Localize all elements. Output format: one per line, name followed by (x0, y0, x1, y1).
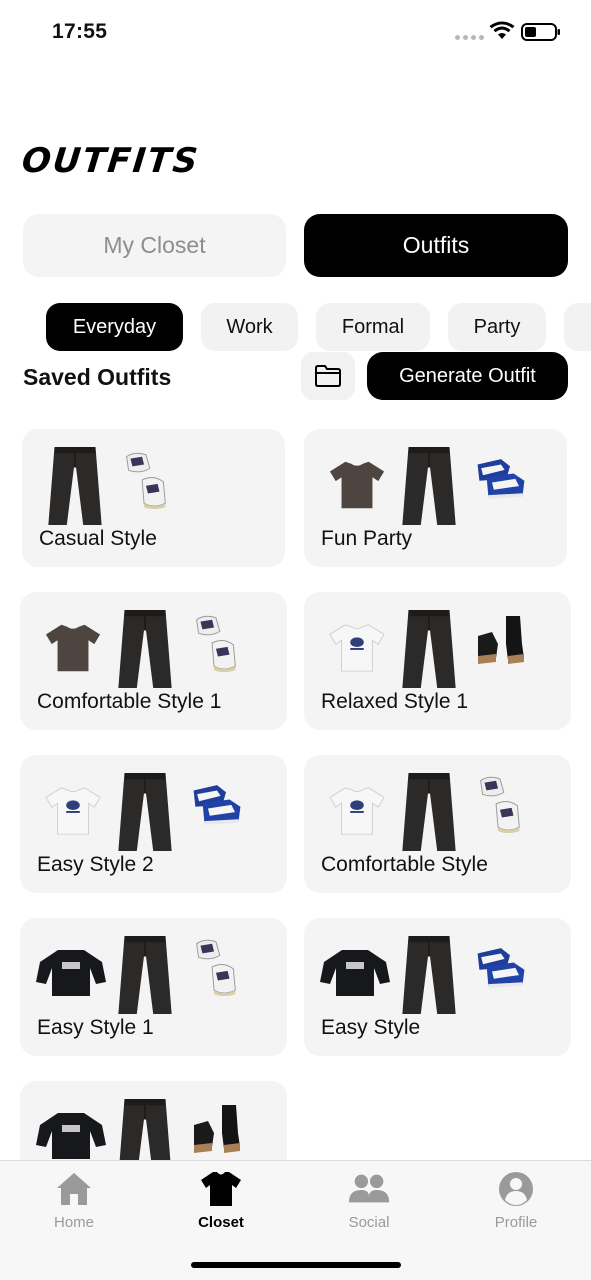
sweater-image (320, 948, 390, 998)
outfit-name: Fun Party (321, 527, 413, 550)
jeans-image (398, 608, 460, 690)
sneakers-image (120, 449, 170, 509)
status-time: 17:55 (52, 20, 108, 43)
jeans-image (398, 771, 460, 853)
outfit-name: Relaxed Style 1 (321, 690, 469, 713)
category-chip-formal[interactable]: Formal (316, 303, 430, 351)
outfit-card-easy-style-2[interactable]: Easy Style 2 (20, 755, 287, 893)
tab-label: Home (53, 1214, 94, 1231)
outfit-card-comfortable-style-1[interactable]: Comfortable Style 1 (20, 592, 287, 730)
jeans-image (44, 445, 106, 527)
tab-label: Closet (198, 1214, 244, 1231)
battery-icon (521, 23, 560, 41)
tab-profile[interactable]: Profile (461, 1169, 571, 1231)
sneakers-image (474, 946, 528, 988)
folder-button[interactable] (301, 352, 355, 400)
sneakers-image (190, 612, 240, 672)
people-icon (348, 1174, 390, 1203)
tab-social[interactable]: Social (314, 1169, 424, 1231)
tab-closet[interactable]: Closet (166, 1169, 276, 1231)
status-bar: 17:55 (0, 0, 591, 62)
outfit-card-casual-style[interactable]: Casual Style (22, 429, 285, 567)
outfit-card-fun-party[interactable]: Fun Party (304, 429, 567, 567)
sneakers-image (474, 773, 524, 833)
jeans-image (398, 934, 460, 1016)
tshirt-image (328, 459, 386, 511)
sneakers-image (190, 936, 240, 996)
category-chip-party[interactable]: Party (448, 303, 546, 351)
category-filter-bar: Everyday Work Formal Party (0, 303, 591, 353)
sneakers-image (190, 783, 244, 825)
category-chip-work[interactable]: Work (201, 303, 298, 351)
boots-image (190, 1103, 246, 1155)
cellular-signal-icon (455, 35, 484, 40)
tshirt-image (328, 622, 386, 674)
jeans-image (114, 771, 176, 853)
sweater-image (36, 948, 106, 998)
category-chip-everyday[interactable]: Everyday (46, 303, 183, 351)
wifi-icon (489, 21, 515, 39)
generate-outfit-button[interactable]: Generate Outfit (367, 352, 568, 400)
tshirt-icon (201, 1172, 241, 1206)
my-closet-tab[interactable]: My Closet (23, 214, 286, 277)
category-chip-more[interactable] (564, 303, 591, 351)
outfit-card-comfortable-style[interactable]: Comfortable Style (304, 755, 571, 893)
outfit-card-easy-style[interactable]: Easy Style (304, 918, 571, 1056)
home-indicator (191, 1262, 401, 1268)
home-icon (57, 1173, 91, 1205)
jeans-image (114, 934, 176, 1016)
tab-label: Profile (494, 1214, 538, 1231)
outfit-card-easy-style-1[interactable]: Easy Style 1 (20, 918, 287, 1056)
outfit-name: Comfortable Style 1 (37, 690, 222, 713)
jeans-image (114, 608, 176, 690)
outfit-name: Comfortable Style (321, 853, 488, 876)
tab-label: Social (348, 1214, 390, 1231)
boots-image (474, 614, 530, 666)
page-title: OUTFITS (19, 141, 202, 181)
outfit-name: Easy Style 1 (37, 1016, 154, 1039)
sneakers-image (474, 457, 528, 499)
outfits-tab[interactable]: Outfits (304, 214, 568, 277)
outfit-name: Easy Style (321, 1016, 421, 1039)
folder-icon (315, 365, 341, 387)
jeans-image (398, 445, 460, 527)
tshirt-image (328, 785, 386, 837)
tshirt-image (44, 622, 102, 674)
outfit-card-relaxed-style-1[interactable]: Relaxed Style 1 (304, 592, 571, 730)
saved-outfits-title: Saved Outfits (23, 364, 172, 390)
outfit-name: Casual Style (39, 527, 157, 550)
tab-home[interactable]: Home (19, 1169, 129, 1231)
sweater-image (36, 1111, 106, 1161)
profile-icon (499, 1172, 533, 1206)
tshirt-image (44, 785, 102, 837)
outfit-name: Easy Style 2 (37, 853, 154, 876)
